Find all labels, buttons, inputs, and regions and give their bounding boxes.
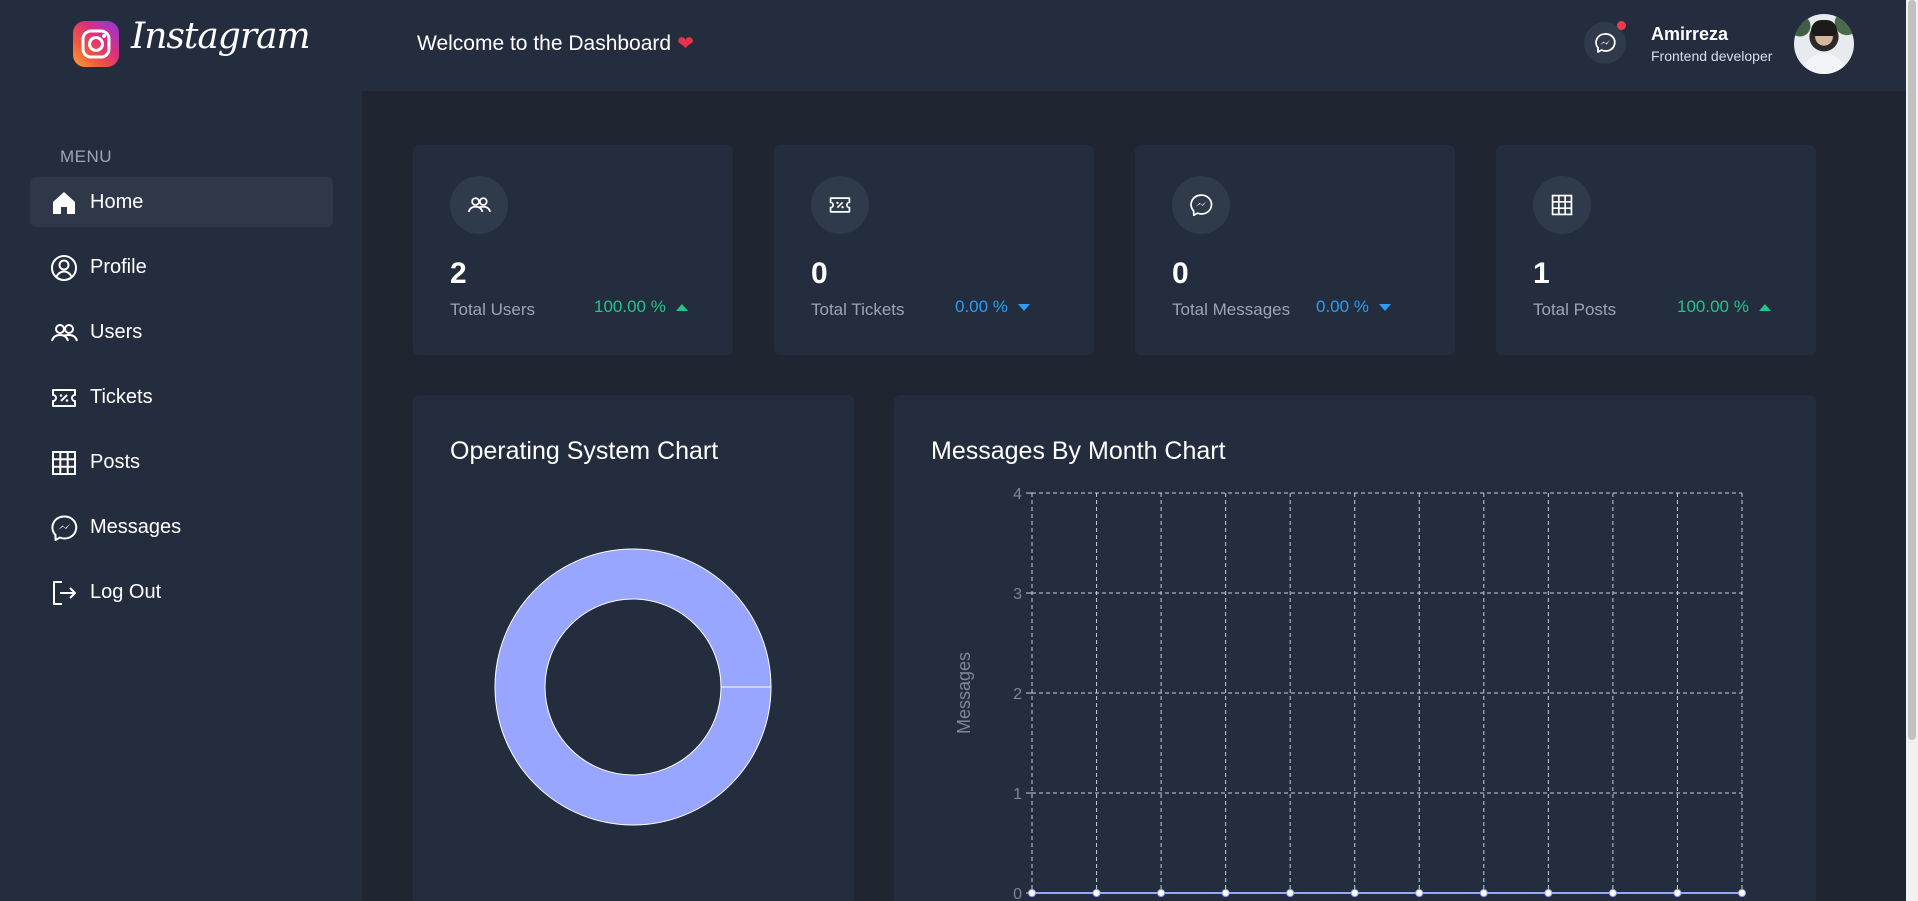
welcome-label: Welcome to the Dashboard [417, 32, 672, 55]
welcome-text: Welcome to the Dashboard ❤ [417, 31, 694, 56]
stat-change: 0.00 % [955, 297, 1030, 317]
instagram-logo-icon[interactable] [73, 21, 119, 67]
user-role: Frontend developer [1651, 48, 1773, 64]
arrow-down-icon [1017, 304, 1030, 312]
users-icon [51, 324, 78, 342]
stat-change-value: 0.00 % [1316, 297, 1369, 316]
sidebar-item-profile[interactable]: Profile [30, 242, 333, 292]
data-point[interactable] [1415, 889, 1424, 897]
ticket-icon [52, 389, 76, 407]
y-tick-label: 4 [1013, 486, 1022, 503]
stat-value: 2 [450, 257, 467, 290]
sidebar-item-home[interactable]: Home [30, 177, 333, 227]
y-axis-label: Messages [954, 652, 974, 734]
sidebar: MENU Home Profile Users Tickets Posts Me… [0, 91, 362, 901]
menu-title: MENU [60, 147, 113, 166]
data-point[interactable] [1673, 889, 1682, 897]
main-content: 2 Total Users 100.00 % 0 Total Tickets 0… [362, 91, 1906, 901]
os-donut-chart [494, 548, 772, 826]
stat-change: 100.00 % [1677, 297, 1771, 317]
stat-card-posts: 1 Total Posts 100.00 % [1496, 145, 1816, 355]
arrow-down-icon [1378, 304, 1391, 312]
stat-value: 0 [1172, 257, 1189, 290]
ticket-icon [811, 176, 869, 234]
sidebar-item-label: Users [90, 321, 143, 343]
notification-dot [1617, 21, 1626, 30]
sidebar-item-posts[interactable]: Posts [30, 437, 333, 487]
y-tick-label: 0 [1013, 886, 1022, 901]
data-point[interactable] [1028, 889, 1036, 897]
stat-change-value: 100.00 % [1677, 297, 1749, 316]
messages-chart-panel: Messages By Month Chart 0 1 2 3 4 Messages [894, 395, 1816, 901]
data-point[interactable] [1286, 889, 1295, 897]
stat-value: 1 [1533, 257, 1550, 290]
grid-icon [52, 451, 76, 475]
data-point[interactable] [1479, 889, 1488, 897]
stat-label: Total Tickets [811, 300, 905, 319]
data-point[interactable] [1544, 889, 1553, 897]
data-point[interactable] [1221, 889, 1230, 897]
stat-label: Total Posts [1533, 300, 1617, 319]
home-icon [53, 192, 75, 214]
arrow-up-icon [1758, 304, 1771, 312]
users-icon [450, 176, 508, 234]
stat-label: Total Messages [1172, 300, 1291, 319]
stat-card-messages: 0 Total Messages 0.00 % [1135, 145, 1455, 355]
y-tick-label: 1 [1013, 786, 1022, 803]
stat-change-value: 0.00 % [955, 297, 1008, 316]
sidebar-item-label: Messages [90, 516, 182, 538]
heart-icon: ❤ [677, 33, 694, 55]
avatar[interactable] [1794, 14, 1854, 74]
y-tick-label: 2 [1013, 686, 1022, 703]
stat-change: 0.00 % [1316, 297, 1391, 317]
sidebar-item-label: Log Out [90, 581, 162, 603]
stat-label: Total Users [450, 300, 536, 319]
scrollbar-thumb[interactable] [1908, 0, 1916, 740]
os-chart-panel: Operating System Chart [413, 395, 854, 901]
arrow-up-icon [675, 304, 688, 312]
stat-value: 0 [811, 257, 828, 290]
data-point[interactable] [1092, 889, 1101, 897]
y-tick-label: 3 [1013, 586, 1022, 603]
messenger-icon [1172, 176, 1230, 234]
messenger-icon [51, 515, 78, 541]
user-name: Amirreza [1651, 24, 1729, 44]
data-point[interactable] [1350, 889, 1359, 897]
data-point[interactable] [1738, 889, 1746, 897]
messages-line-chart: 0 1 2 3 4 Messages [954, 486, 1746, 901]
stat-card-tickets: 0 Total Tickets 0.00 % [774, 145, 1094, 355]
sidebar-item-label: Tickets [90, 386, 153, 408]
sidebar-item-logout[interactable]: Log Out [30, 567, 333, 617]
logout-icon [53, 581, 76, 605]
sidebar-item-tickets[interactable]: Tickets [30, 372, 333, 422]
user-circle-icon [51, 255, 77, 281]
brand-name[interactable]: Instagram [131, 16, 311, 57]
sidebar-item-messages[interactable]: Messages [30, 502, 333, 552]
sidebar-item-label: Home [90, 191, 144, 213]
data-point[interactable] [1157, 889, 1166, 897]
stat-change: 100.00 % [594, 297, 688, 317]
grid-icon [1533, 176, 1591, 234]
sidebar-item-users[interactable]: Users [30, 307, 333, 357]
sidebar-item-label: Profile [90, 256, 147, 278]
data-point[interactable] [1608, 889, 1617, 897]
stat-card-users: 2 Total Users 100.00 % [413, 145, 733, 355]
stat-change-value: 100.00 % [594, 297, 666, 316]
sidebar-item-label: Posts [90, 451, 141, 473]
messenger-icon [1595, 33, 1616, 53]
top-header: Instagram Welcome to the Dashboard ❤ Amir… [0, 0, 1906, 91]
